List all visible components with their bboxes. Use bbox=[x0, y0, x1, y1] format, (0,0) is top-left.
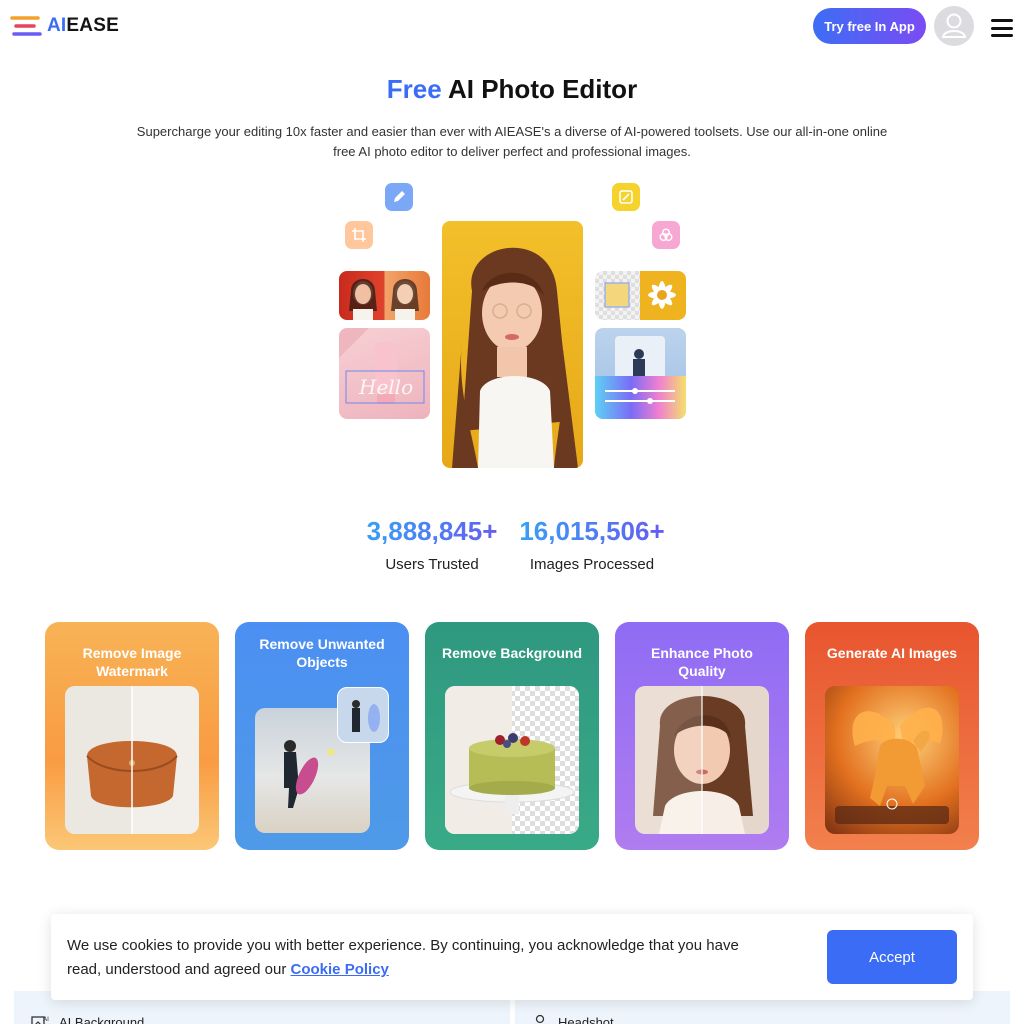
hamburger-menu-icon[interactable] bbox=[991, 19, 1013, 37]
feature-title: Remove Unwanted Objects bbox=[259, 636, 385, 670]
page-title: Free AI Photo Editor bbox=[386, 74, 638, 104]
ai-background-link[interactable]: AI AI Background bbox=[31, 1014, 144, 1024]
svg-text:AI: AI bbox=[43, 1016, 49, 1023]
enhance-icon bbox=[612, 183, 640, 211]
try-free-app-button[interactable]: Try free In App bbox=[813, 8, 926, 44]
ai-background-icon: AI bbox=[31, 1016, 49, 1024]
feature-title: Remove Background bbox=[441, 645, 583, 661]
cake-demo-image bbox=[445, 686, 579, 834]
feature-card-remove-watermark[interactable]: Remove Image Watermark bbox=[45, 622, 219, 850]
images-processed-count: 16,015,506+ bbox=[507, 516, 677, 547]
pencil-icon bbox=[385, 183, 413, 211]
flower-image bbox=[595, 271, 686, 320]
images-processed-label: Images Processed bbox=[529, 556, 655, 573]
feature-title: Remove Image Watermark bbox=[82, 645, 182, 679]
cookie-banner: We use cookies to provide you with bette… bbox=[51, 914, 973, 1000]
main-portrait-image bbox=[442, 221, 583, 468]
cookie-message: We use cookies to provide you with bette… bbox=[67, 937, 739, 978]
svg-text:Hello: Hello bbox=[358, 375, 413, 399]
enhance-slider-image bbox=[595, 328, 686, 419]
product-text-image: Hello bbox=[339, 328, 430, 419]
page-subtitle: Supercharge your editing 10x faster and … bbox=[136, 124, 888, 159]
cookie-policy-link[interactable]: Cookie Policy bbox=[291, 961, 389, 978]
users-trusted-count: 3,888,845+ bbox=[352, 516, 512, 547]
feature-card-remove-background[interactable]: Remove Background bbox=[425, 622, 599, 850]
headshot-icon bbox=[535, 1014, 545, 1024]
watermark-demo-image bbox=[65, 686, 199, 834]
site-header: AIEASE Try free In App bbox=[0, 0, 1024, 54]
feature-title: Generate AI Images bbox=[826, 645, 958, 661]
users-trusted-label: Users Trusted bbox=[385, 556, 479, 573]
user-avatar[interactable] bbox=[934, 6, 974, 46]
accept-cookies-button[interactable]: Accept bbox=[827, 930, 957, 984]
headshot-link[interactable]: Headshot bbox=[532, 1014, 614, 1024]
portrait-enhance-demo-image bbox=[635, 686, 769, 834]
portrait-style-image bbox=[339, 271, 430, 320]
pegasus-demo-image bbox=[825, 686, 959, 834]
user-icon bbox=[941, 13, 967, 38]
feature-card-enhance-quality[interactable]: Enhance Photo Quality bbox=[615, 622, 789, 850]
logo-mark-icon bbox=[10, 15, 42, 37]
crop-icon bbox=[345, 221, 373, 249]
logo-text: AIEASE bbox=[47, 15, 119, 36]
feature-card-remove-objects[interactable]: Remove Unwanted Objects bbox=[235, 622, 409, 850]
feature-title: Enhance Photo Quality bbox=[651, 645, 753, 679]
surfer-thumbnail-image bbox=[337, 687, 389, 743]
feature-card-generate-images[interactable]: Generate AI Images bbox=[805, 622, 979, 850]
filter-icon bbox=[652, 221, 680, 249]
aiease-logo[interactable]: AIEASE bbox=[10, 15, 119, 37]
